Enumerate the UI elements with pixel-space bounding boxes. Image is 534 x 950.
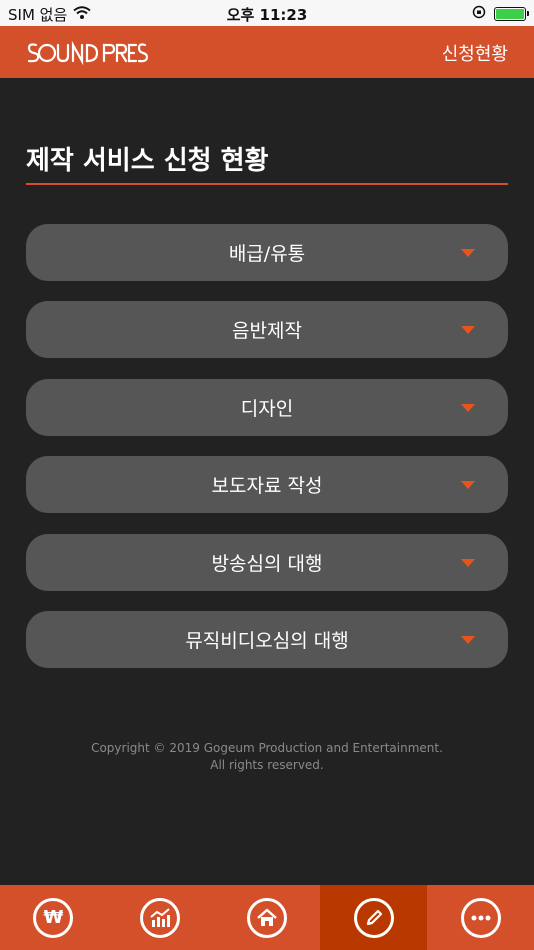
chart-icon	[140, 897, 181, 938]
battery-icon	[494, 7, 529, 21]
status-bar: SIM 없음 오후 11:23	[0, 0, 534, 26]
tab-chart[interactable]	[107, 885, 214, 950]
service-item-mv-review[interactable]: 뮤직비디오심의 대행	[26, 610, 508, 668]
service-list: 배급/유통 음반제작 디자인 보도자료 작성 방송심의 대행 뮤직비디오심의 대…	[26, 224, 508, 688]
home-icon	[246, 897, 287, 938]
service-label: 디자인	[240, 397, 294, 420]
copyright-line1: Copyright © 2019 Gogeum Production and E…	[91, 741, 443, 755]
tab-apply[interactable]	[320, 885, 428, 950]
service-item-album-production[interactable]: 음반제작	[26, 301, 508, 359]
status-right	[472, 5, 529, 23]
chevron-down-icon	[461, 249, 475, 257]
service-label: 뮤직비디오심의 대행	[185, 629, 349, 652]
chevron-down-icon	[461, 635, 475, 644]
service-label: 보도자료 작성	[211, 475, 323, 498]
service-item-press-release[interactable]: 보도자료 작성	[26, 456, 508, 514]
copyright-line2: All rights reserved.	[210, 758, 324, 772]
chevron-down-icon	[461, 558, 475, 567]
sound-press-logo[interactable]	[26, 40, 150, 72]
service-item-broadcast-review[interactable]: 방송심의 대행	[26, 533, 508, 591]
service-label: 음반제작	[232, 320, 302, 343]
more-icon	[460, 897, 501, 938]
service-label: 방송심의 대행	[211, 552, 323, 575]
page-title: 제작 서비스 신청 현황	[26, 146, 269, 176]
tab-more[interactable]	[427, 885, 534, 950]
service-item-distribution[interactable]: 배급/유통	[26, 224, 508, 281]
service-label: 배급/유통	[228, 243, 306, 265]
chevron-down-icon	[461, 326, 475, 335]
bottom-tab-bar: ₩	[0, 885, 534, 950]
logo-wordmark	[27, 40, 149, 66]
chevron-down-icon	[461, 481, 475, 490]
rotation-lock-icon	[472, 5, 486, 23]
service-item-design[interactable]: 디자인	[26, 378, 508, 436]
won-icon: ₩	[33, 897, 74, 938]
tab-won[interactable]: ₩	[0, 885, 107, 950]
title-divider	[26, 183, 508, 185]
app-header: 신청현황	[0, 26, 534, 78]
copyright: Copyright © 2019 Gogeum Production and E…	[0, 740, 534, 774]
tab-home[interactable]	[214, 885, 321, 950]
chevron-down-icon	[461, 403, 475, 412]
pencil-icon	[353, 897, 394, 938]
application-status-link[interactable]: 신청현황	[442, 40, 508, 66]
status-time: 오후 11:23	[226, 6, 308, 24]
